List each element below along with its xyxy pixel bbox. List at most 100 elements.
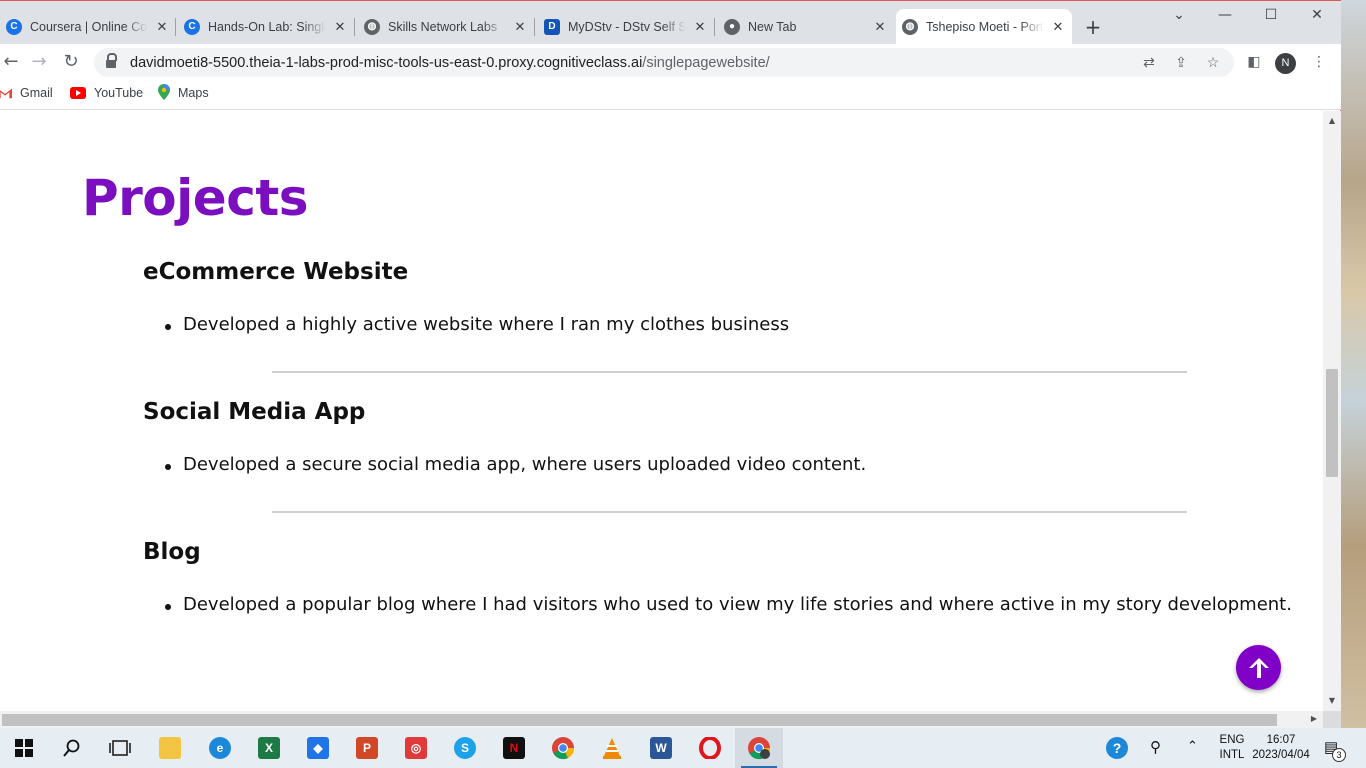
lock-icon [106,52,117,69]
close-icon[interactable]: ✕ [692,19,708,35]
minimize-icon[interactable]: — [1210,7,1240,23]
projects-heading: Projects [82,169,309,227]
windows-taskbar: e X ◆ P ◎ S N W ? ⚲ ⌃ ENG INTL 16:07 202… [0,728,1366,768]
netflix-icon[interactable]: N [490,728,538,768]
powerpoint-icon[interactable]: P [343,728,391,768]
horizontal-scroll-thumb[interactable] [2,714,1277,726]
people-icon[interactable]: ⚲ [1150,738,1161,756]
bookmark-gmail[interactable]: Gmail [0,86,53,100]
clock-time: 16:07 [1266,734,1296,746]
tab-coursera[interactable]: C Coursera | Online Courses & Credential… [0,9,176,44]
bookmark-label: Gmail [20,86,53,100]
bookmark-maps[interactable]: Maps [158,84,209,100]
maximize-icon[interactable]: ☐ [1256,7,1286,23]
close-icon[interactable]: ✕ [332,19,348,35]
vertical-scrollbar[interactable]: ▲ ▼ [1323,111,1341,711]
tab-title: Hands-On Lab: Single Page Website [208,19,326,34]
excel-icon[interactable]: X [245,728,293,768]
opera-icon[interactable] [686,728,734,768]
tab-new-tab[interactable]: ● New Tab ✕ [718,9,894,44]
bookmark-label: Maps [178,86,209,100]
page-viewport: Projects eCommerce Website Developed a h… [0,111,1323,711]
start-button[interactable] [0,728,48,768]
skype-icon[interactable]: S [441,728,489,768]
url-host: davidmoeti8-5500.theia-1-labs-prod-misc-… [130,54,643,71]
project-title: Blog [143,539,201,565]
url-path: /singlepagewebsite/ [642,54,770,71]
browser-window: C Coursera | Online Courses & Credential… [0,0,1341,729]
office-lens-icon[interactable]: ◎ [392,728,440,768]
translate-icon[interactable]: ⇄ [1140,54,1158,71]
project-divider [272,371,1187,373]
dropbox-icon[interactable]: ◆ [294,728,342,768]
project-description: Developed a popular blog where I had vis… [165,594,1292,615]
clock-date: 2023/04/04 [1252,749,1310,761]
task-view-icon[interactable] [96,728,144,768]
bookmark-star-icon[interactable]: ☆ [1204,54,1222,71]
tab-title: Tshepiso Moeti - Portfolio [926,19,1044,34]
close-icon[interactable]: ✕ [1050,19,1066,35]
scroll-right-arrow-icon[interactable]: ▶ [1305,714,1323,723]
tab-title: New Tab [748,19,797,34]
edge-icon[interactable]: e [196,728,244,768]
close-window-icon[interactable]: ✕ [1302,7,1332,23]
desktop-wallpaper [1340,0,1366,728]
help-icon[interactable]: ? [1106,737,1128,759]
project-title: eCommerce Website [143,259,409,285]
coursera-icon: C [6,18,22,35]
scroll-up-arrow-icon[interactable]: ▲ [1323,116,1341,125]
tab-mydstv[interactable]: D MyDStv - DStv Self Service ✕ [538,9,715,44]
menu-kebab-icon[interactable]: ⋮ [1308,51,1330,73]
back-to-top-button[interactable] [1236,645,1281,690]
file-explorer-icon[interactable] [146,728,194,768]
project-title: Social Media App [143,399,366,425]
address-bar[interactable]: davidmoeti8-5500.theia-1-labs-prod-misc-… [94,48,1234,77]
forward-icon[interactable]: → [28,51,50,73]
tab-hands-on-lab[interactable]: C Hands-On Lab: Single Page Website ✕ [178,9,355,44]
search-icon[interactable] [48,728,96,768]
dstv-icon: D [544,18,560,35]
project-divider [272,511,1187,513]
show-hidden-icons-chevron-icon[interactable]: ⌃ [1187,738,1198,754]
back-icon[interactable]: ← [0,51,22,73]
browser-toolbar: ← → ↻ davidmoeti8-5500.theia-1-labs-prod… [0,44,1341,80]
tab-title: Coursera | Online Courses & Credentials [30,19,148,34]
vertical-scroll-thumb[interactable] [1326,369,1338,477]
scroll-down-arrow-icon[interactable]: ▼ [1323,696,1341,705]
close-icon[interactable]: ✕ [872,19,888,35]
bookmark-label: YouTube [94,86,144,100]
vlc-icon[interactable] [588,728,636,768]
tab-title: Skills Network Labs [388,19,498,34]
project-description: Developed a secure social media app, whe… [164,454,867,475]
windows-logo-icon [15,739,33,757]
notification-count-badge: 3 [1332,748,1346,762]
scrollbar-corner [1323,711,1341,729]
tab-portfolio[interactable]: ◍ Tshepiso Moeti - Portfolio ✕ [896,9,1072,44]
tab-search-icon[interactable]: ⌄ [1164,7,1194,23]
bookmark-youtube[interactable]: YouTube [70,86,143,100]
project-description: Developed a highly active website where … [164,314,790,335]
bookmarks-bar: Gmail YouTube Maps [0,80,1341,110]
close-icon[interactable]: ✕ [512,19,528,35]
globe-icon: ◍ [364,18,380,35]
maps-icon [158,84,170,100]
word-icon[interactable]: W [637,728,685,768]
side-panel-icon[interactable]: ◧ [1243,51,1265,73]
profile-avatar[interactable]: N [1275,53,1296,74]
arrow-up-icon [1248,657,1269,678]
chrome-icon: ● [724,18,740,35]
globe-icon: ◍ [902,18,918,35]
clock[interactable]: 16:07 2023/04/04 [1245,733,1317,763]
youtube-icon [70,87,86,99]
horizontal-scrollbar[interactable]: ▶ [0,711,1323,729]
reload-icon[interactable]: ↻ [60,51,82,73]
close-icon[interactable]: ✕ [154,19,170,35]
share-icon[interactable]: ⇪ [1172,54,1190,71]
tab-title: MyDStv - DStv Self Service [568,19,686,34]
tab-strip: C Coursera | Online Courses & Credential… [0,1,1341,44]
new-tab-button[interactable]: + [1082,16,1104,38]
gmail-icon [0,88,12,99]
chrome-icon[interactable] [539,728,587,768]
tab-skills-network[interactable]: ◍ Skills Network Labs ✕ [358,9,535,44]
chrome-profile-icon[interactable] [735,728,783,768]
